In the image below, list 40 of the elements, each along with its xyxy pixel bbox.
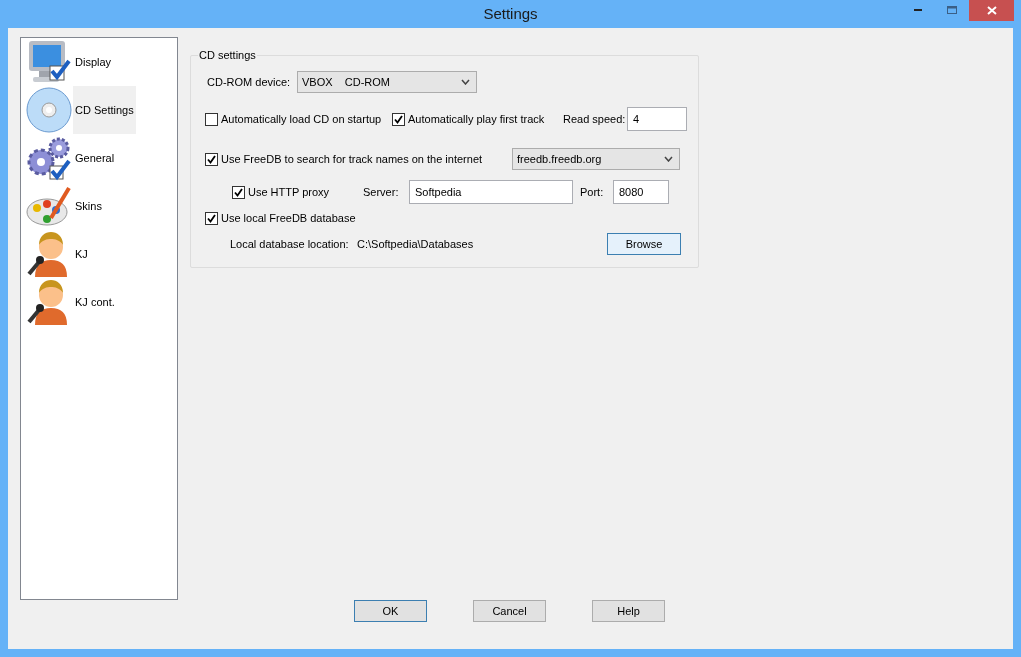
checkbox-label[interactable]: Use HTTP proxy bbox=[248, 183, 330, 201]
dropdown[interactable]: freedb.freedb.org bbox=[512, 148, 680, 170]
checkbox[interactable] bbox=[232, 185, 245, 199]
sidebar-item[interactable]: Skins bbox=[73, 182, 104, 230]
cd-icon bbox=[25, 86, 73, 134]
caret-icon bbox=[461, 79, 470, 85]
sidebar-item[interactable]: KJ cont. bbox=[73, 278, 117, 326]
dialog-button[interactable]: Help bbox=[592, 600, 665, 622]
checkbox[interactable] bbox=[205, 112, 218, 126]
browse-button[interactable]: Browse bbox=[607, 233, 681, 255]
sidebar-item[interactable]: General bbox=[73, 134, 117, 182]
checkbox[interactable] bbox=[205, 211, 218, 225]
dropdown[interactable]: VBOX CD-ROM bbox=[297, 71, 477, 93]
maximize-icon bbox=[946, 6, 958, 15]
checkbox-label[interactable]: Automatically play first track bbox=[408, 110, 545, 128]
checkbox-label[interactable]: Automatically load CD on startup bbox=[221, 110, 382, 128]
text-field[interactable]: 8080 bbox=[613, 180, 669, 204]
field-label: Port: bbox=[580, 184, 605, 200]
minimize-icon bbox=[913, 9, 923, 12]
field-label: Server: bbox=[363, 184, 400, 200]
dialog-button[interactable]: Cancel bbox=[473, 600, 546, 622]
text-field[interactable]: 4 bbox=[627, 107, 687, 131]
field-label: Read speed: bbox=[563, 111, 627, 127]
checkbox[interactable] bbox=[205, 152, 218, 166]
checkbox[interactable] bbox=[392, 112, 405, 126]
close-button[interactable] bbox=[969, 0, 1014, 21]
field-label: Local database location: bbox=[230, 236, 350, 252]
group-title: CD settings bbox=[198, 48, 257, 62]
close-icon bbox=[986, 6, 997, 15]
sidebar-item[interactable]: KJ bbox=[73, 230, 90, 278]
text-field[interactable]: Softpedia bbox=[409, 180, 573, 204]
field-label: CD-ROM device: bbox=[207, 74, 292, 90]
sidebar-item[interactable]: CD Settings bbox=[73, 86, 136, 134]
sidebar-item[interactable]: Display bbox=[73, 38, 114, 86]
window-title: Settings bbox=[483, 3, 538, 24]
checkbox-label[interactable]: Use FreeDB to search for track names on the internet bbox=[221, 150, 483, 168]
dialog-button[interactable]: OK bbox=[354, 600, 427, 622]
checkbox-label[interactable]: Use local FreeDB database bbox=[221, 209, 356, 227]
caret-icon bbox=[664, 156, 673, 162]
path-text: C:\Softpedia\Databases bbox=[357, 236, 475, 252]
